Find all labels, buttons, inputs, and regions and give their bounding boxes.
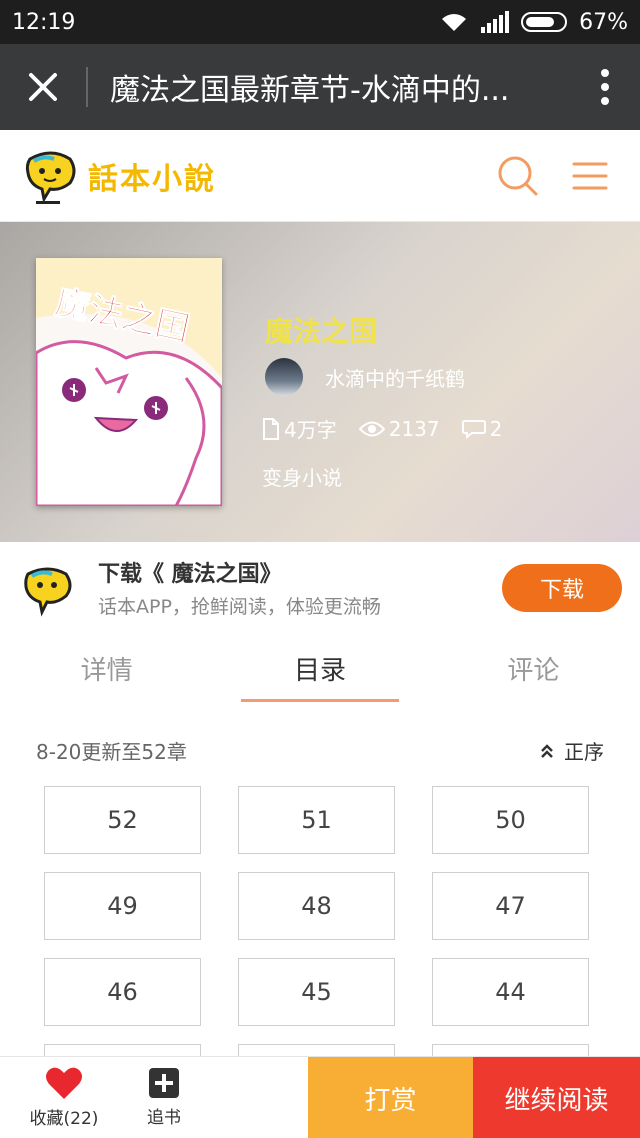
word-count-stat: 4万字 [262,414,337,443]
chapter-button[interactable]: 52 [44,786,201,854]
search-button[interactable] [488,146,548,206]
tab-comments[interactable]: 评论 [427,632,640,704]
follow-label: 追书 [147,1108,181,1128]
app-download-banner: 下载《 魔法之国》 话本APP，抢鲜阅读，体验更流畅 下载 [0,542,640,632]
chapter-button[interactable]: 48 [238,872,395,940]
status-bar: 12:19 67% [0,0,640,44]
banner-title: 下载《 魔法之国》 [98,562,282,587]
chapter-button[interactable]: 50 [432,786,589,854]
book-category[interactable]: 变身小说 [262,462,342,491]
eye-icon [358,421,385,436]
browser-title-bar: 魔法之国最新章节-水滴中的... [0,44,640,130]
add-box-icon [149,1068,179,1098]
book-hero: 魔法之国 魔法之国 水滴中的千纸鹤 4万字 2137 2 变身小说 [0,222,640,542]
reward-button[interactable]: 打赏 [308,1057,473,1138]
sort-order-toggle[interactable]: 正序 [540,736,604,765]
views-stat: 2137 [358,416,440,441]
comment-icon [461,419,486,439]
search-icon [498,156,538,195]
book-cover-illustration: 魔法之国 [36,258,222,506]
catalog-header: 8-20更新至52章 正序 [36,736,604,765]
book-cover[interactable]: 魔法之国 [36,258,222,506]
word-count: 4万字 [284,418,337,442]
more-menu-button[interactable] [570,44,640,130]
author-avatar[interactable] [265,358,303,396]
view-count: 2137 [388,416,440,441]
download-button[interactable]: 下载 [502,564,622,612]
battery-percent: 67% [579,9,628,35]
heart-icon [46,1067,82,1099]
close-button[interactable] [0,44,86,130]
signal-icon [481,11,510,33]
chapter-button[interactable]: 45 [238,958,395,1026]
menu-button[interactable] [560,146,620,206]
close-icon [29,73,57,101]
chapter-button[interactable]: 51 [238,786,395,854]
site-logo[interactable]: 話本小說 [20,145,476,207]
status-time: 12:19 [12,9,76,35]
logo-mascot-icon [25,151,76,204]
continue-reading-button[interactable]: 继续阅读 [473,1057,640,1138]
chapter-button[interactable]: 49 [44,872,201,940]
follow-button[interactable]: 追书 [114,1057,214,1138]
double-chevron-up-icon [541,743,553,758]
book-tabs: 详情 目录 评论 [0,632,640,704]
page-title: 魔法之国最新章节-水滴中的... [110,73,510,108]
favorite-button[interactable]: 收藏(22) [14,1057,114,1138]
battery-icon [521,12,568,32]
bottom-action-bar: 收藏(22) 追书 打赏 继续阅读 [0,1056,640,1138]
wifi-icon [442,14,467,31]
site-header: 話本小說 [0,130,640,222]
document-icon [263,417,279,440]
chapter-button[interactable]: 46 [44,958,201,1026]
menu-icon [572,162,608,189]
chapter-button[interactable]: 44 [432,958,589,1026]
app-mascot-icon [24,567,72,617]
logo-text: 話本小說 [88,161,216,197]
sort-order-label: 正序 [564,740,604,764]
update-info: 8-20更新至52章 [36,740,187,764]
author-row[interactable]: 水滴中的千纸鹤 [265,358,465,396]
tab-details[interactable]: 详情 [0,632,213,704]
banner-subtitle: 话本APP，抢鲜阅读，体验更流畅 [98,596,381,618]
book-stats: 4万字 2137 2 [262,414,502,443]
status-icons: 67% [439,10,628,35]
favorite-label: 收藏(22) [29,1109,99,1129]
more-vertical-icon [601,69,609,105]
book-title: 魔法之国 [265,315,378,348]
chapter-button[interactable]: 47 [432,872,589,940]
comment-count: 2 [489,416,503,441]
comments-stat: 2 [461,416,503,441]
author-name[interactable]: 水滴中的千纸鹤 [325,363,465,392]
tab-catalog[interactable]: 目录 [213,632,426,704]
